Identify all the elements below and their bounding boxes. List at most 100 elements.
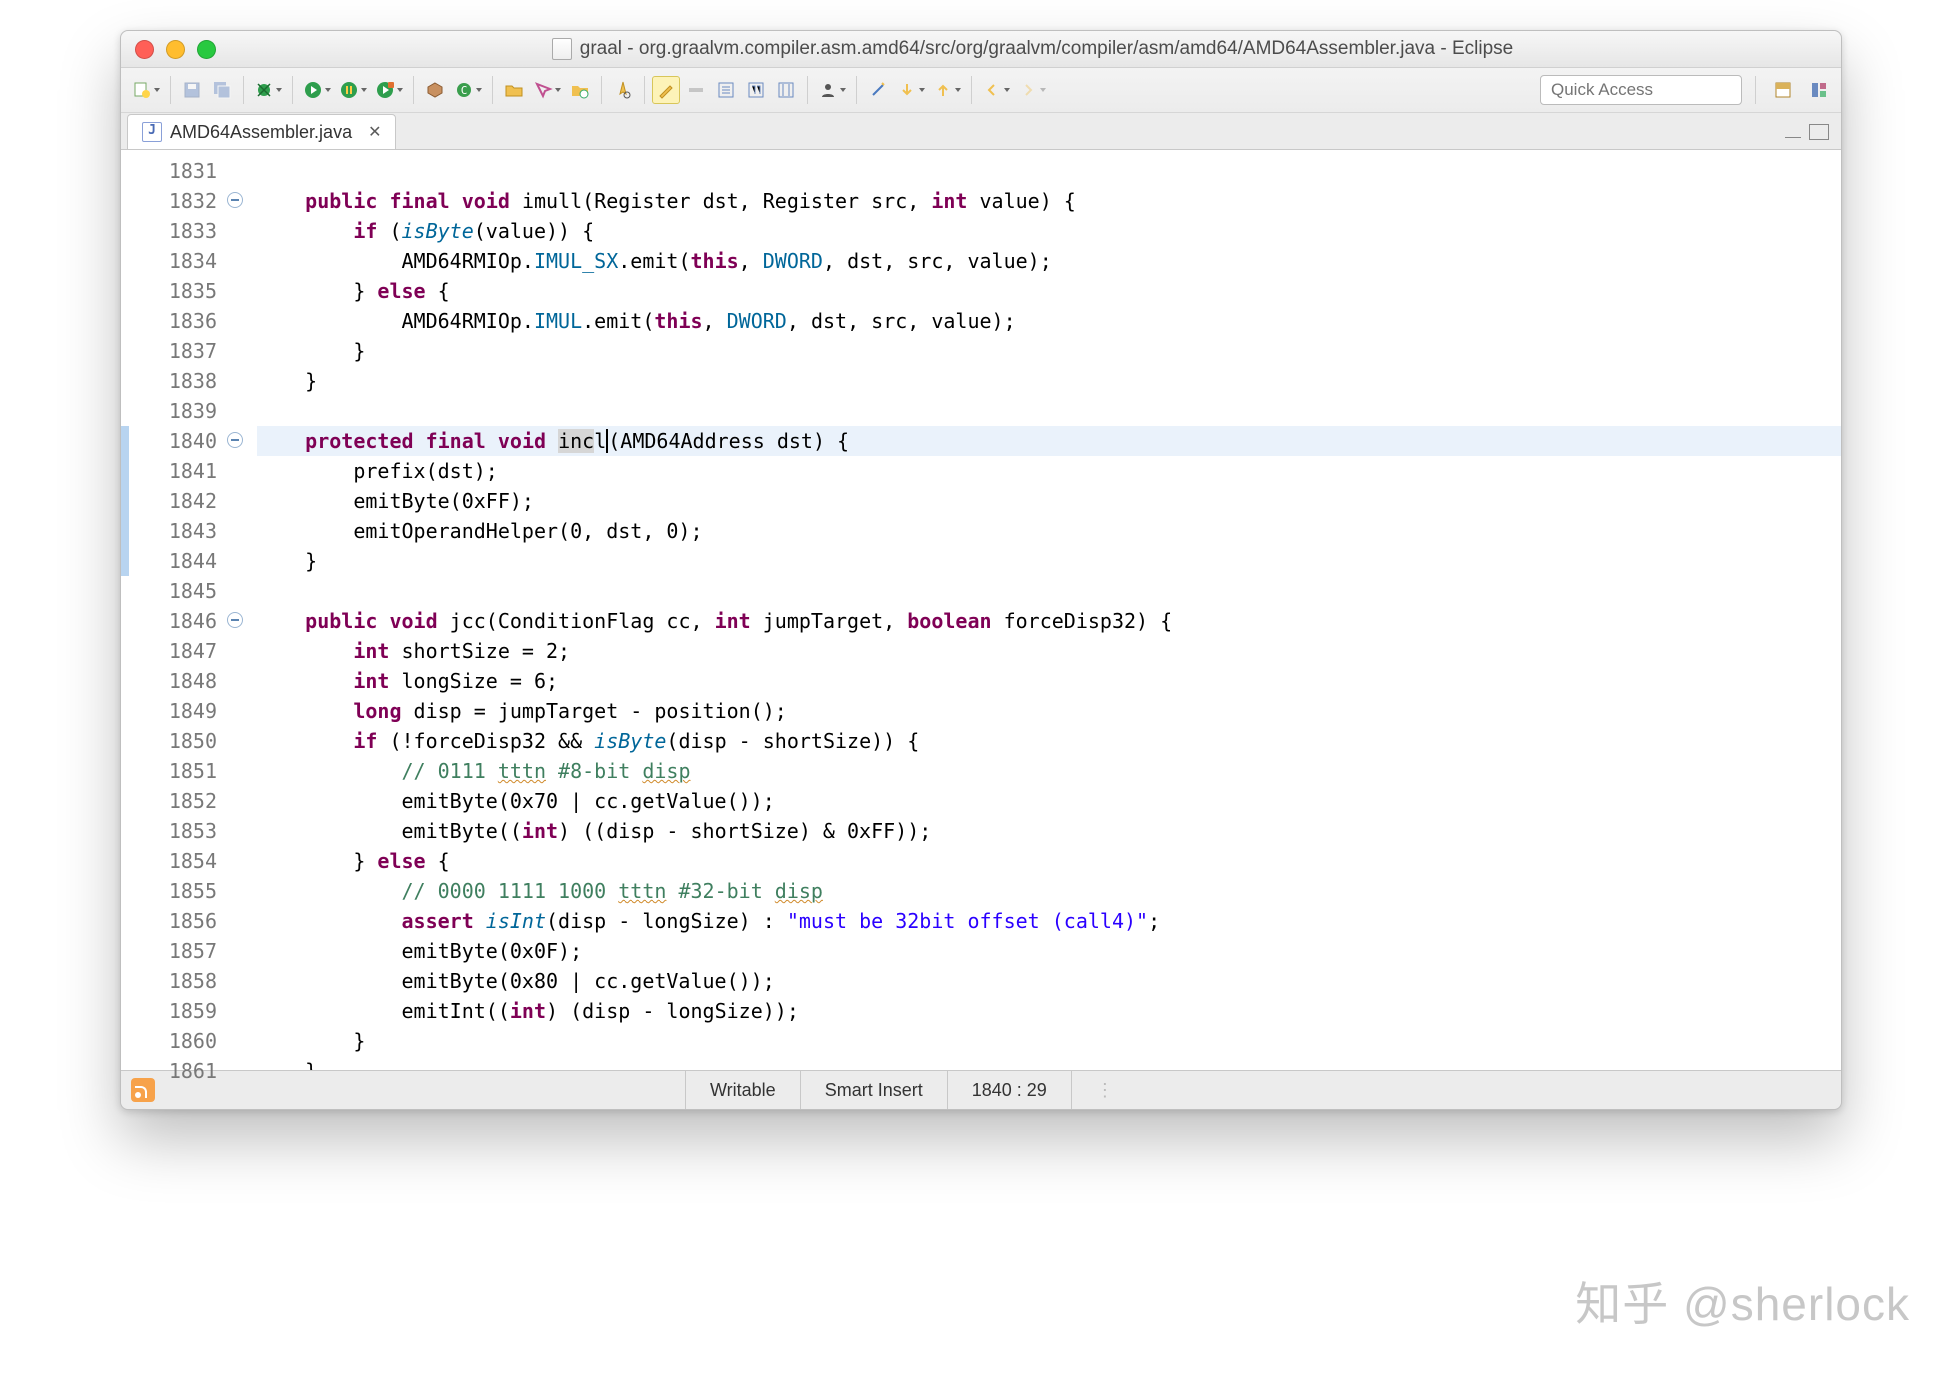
code-line[interactable]: } <box>257 1056 1841 1070</box>
line-number: 1833 <box>129 216 217 246</box>
toolbar-separator-icon <box>856 76 857 104</box>
code-line[interactable]: emitByte(0x0F); <box>257 936 1841 966</box>
toggle-mark-button[interactable] <box>652 76 680 104</box>
toggle-breadcrumb-button[interactable] <box>682 76 710 104</box>
close-icon[interactable] <box>135 40 154 59</box>
toolbar-separator-icon <box>413 76 414 104</box>
line-number: 1857 <box>129 936 217 966</box>
code-line[interactable] <box>257 396 1841 426</box>
line-number: 1858 <box>129 966 217 996</box>
code-line[interactable]: } <box>257 546 1841 576</box>
fold-toggle-icon[interactable] <box>227 192 243 208</box>
toolbar-separator-icon <box>492 76 493 104</box>
code-line[interactable]: // 0000 1111 1000 tttn #32-bit disp <box>257 876 1841 906</box>
code-line[interactable]: emitByte(0xFF); <box>257 486 1841 516</box>
code-line[interactable]: } else { <box>257 276 1841 306</box>
status-insertmode: Smart Insert <box>800 1071 947 1109</box>
code-line[interactable]: emitInt((int) (disp - longSize)); <box>257 996 1841 1026</box>
editor-tab-label: AMD64Assembler.java <box>170 122 352 143</box>
code-line[interactable]: emitOperandHelper(0, dst, 0); <box>257 516 1841 546</box>
search-button[interactable] <box>609 76 637 104</box>
code-line[interactable]: public final void imull(Register dst, Re… <box>257 186 1841 216</box>
run-button[interactable] <box>300 76 334 104</box>
coverage-button[interactable] <box>336 76 370 104</box>
editor-tab-row: J AMD64Assembler.java ✕ <box>121 113 1841 150</box>
line-number: 1831 <box>129 156 217 186</box>
wand-button[interactable] <box>864 76 892 104</box>
rss-icon[interactable] <box>131 1078 155 1102</box>
code-line[interactable]: if (isByte(value)) { <box>257 216 1841 246</box>
new-button[interactable] <box>129 76 163 104</box>
line-number: 1848 <box>129 666 217 696</box>
code-line[interactable]: } <box>257 336 1841 366</box>
line-number: 1835 <box>129 276 217 306</box>
quick-access-input[interactable] <box>1540 75 1742 105</box>
new-package-button[interactable] <box>421 76 449 104</box>
pin-editor-button[interactable] <box>772 76 800 104</box>
code-line[interactable]: emitByte((int) ((disp - shortSize) & 0xF… <box>257 816 1841 846</box>
next-annotation-button[interactable] <box>894 76 928 104</box>
code-line[interactable] <box>257 576 1841 606</box>
open-type-button[interactable] <box>500 76 528 104</box>
code-line[interactable] <box>257 156 1841 186</box>
line-number: 1854 <box>129 846 217 876</box>
perspective-debug-button[interactable] <box>1805 76 1833 104</box>
forward-button[interactable] <box>1015 76 1049 104</box>
code-editor[interactable]: 1831183218331834183518361837183818391840… <box>121 150 1841 1070</box>
java-file-icon <box>552 38 572 60</box>
code-line[interactable]: if (!forceDisp32 && isByte(disp - shortS… <box>257 726 1841 756</box>
code-line[interactable]: int longSize = 6; <box>257 666 1841 696</box>
outline-button[interactable] <box>712 76 740 104</box>
code-line[interactable]: emitByte(0x80 | cc.getValue()); <box>257 966 1841 996</box>
editor-tab[interactable]: J AMD64Assembler.java ✕ <box>127 114 396 149</box>
toolbar-separator-icon <box>292 76 293 104</box>
debug-button[interactable] <box>251 76 285 104</box>
code-line[interactable]: assert isInt(disp - longSize) : "must be… <box>257 906 1841 936</box>
java-file-icon: J <box>142 122 162 142</box>
line-number: 1842 <box>129 486 217 516</box>
code-line[interactable]: AMD64RMIOp.IMUL.emit(this, DWORD, dst, s… <box>257 306 1841 336</box>
status-overflow-icon[interactable]: ⋮ <box>1071 1071 1160 1109</box>
fold-toggle-icon[interactable] <box>227 612 243 628</box>
show-whitespace-button[interactable] <box>742 76 770 104</box>
editor-minmax <box>1785 115 1829 149</box>
code-line[interactable]: } <box>257 366 1841 396</box>
fold-toggle-icon[interactable] <box>227 432 243 448</box>
toolbar-separator-icon <box>1755 76 1756 104</box>
code-line[interactable]: } else { <box>257 846 1841 876</box>
code-line[interactable]: // 0111 tttn #8-bit disp <box>257 756 1841 786</box>
prev-annotation-button[interactable] <box>930 76 964 104</box>
perspective-java-button[interactable] <box>1769 76 1797 104</box>
maximize-view-icon[interactable] <box>1809 124 1829 140</box>
open-task-button[interactable] <box>530 76 564 104</box>
minimize-icon[interactable] <box>166 40 185 59</box>
code-line[interactable]: int shortSize = 2; <box>257 636 1841 666</box>
main-toolbar: C <box>121 68 1841 113</box>
new-class-button[interactable]: C <box>451 76 485 104</box>
profile-button[interactable] <box>815 76 849 104</box>
line-number: 1850 <box>129 726 217 756</box>
line-number: 1856 <box>129 906 217 936</box>
code-line[interactable]: AMD64RMIOp.IMUL_SX.emit(this, DWORD, dst… <box>257 246 1841 276</box>
minimize-view-icon[interactable] <box>1785 135 1801 138</box>
code-line[interactable]: emitByte(0x70 | cc.getValue()); <box>257 786 1841 816</box>
zoom-icon[interactable] <box>197 40 216 59</box>
toolbar-separator-icon <box>971 76 972 104</box>
svg-text:C: C <box>461 84 468 97</box>
window-controls <box>135 40 216 59</box>
line-number: 1846 <box>129 606 217 636</box>
open-resource-button[interactable] <box>566 76 594 104</box>
code-line[interactable]: long disp = jumpTarget - position(); <box>257 696 1841 726</box>
save-button[interactable] <box>178 76 206 104</box>
code-line[interactable]: } <box>257 1026 1841 1056</box>
code-line[interactable]: protected final void incl(AMD64Address d… <box>257 426 1841 456</box>
code-line[interactable]: public void jcc(ConditionFlag cc, int ju… <box>257 606 1841 636</box>
save-all-button[interactable] <box>208 76 236 104</box>
toolbar-separator-icon <box>644 76 645 104</box>
line-number: 1839 <box>129 396 217 426</box>
back-button[interactable] <box>979 76 1013 104</box>
code-area[interactable]: public final void imull(Register dst, Re… <box>249 150 1841 1070</box>
close-tab-icon[interactable]: ✕ <box>368 122 381 142</box>
code-line[interactable]: prefix(dst); <box>257 456 1841 486</box>
external-tools-button[interactable] <box>372 76 406 104</box>
